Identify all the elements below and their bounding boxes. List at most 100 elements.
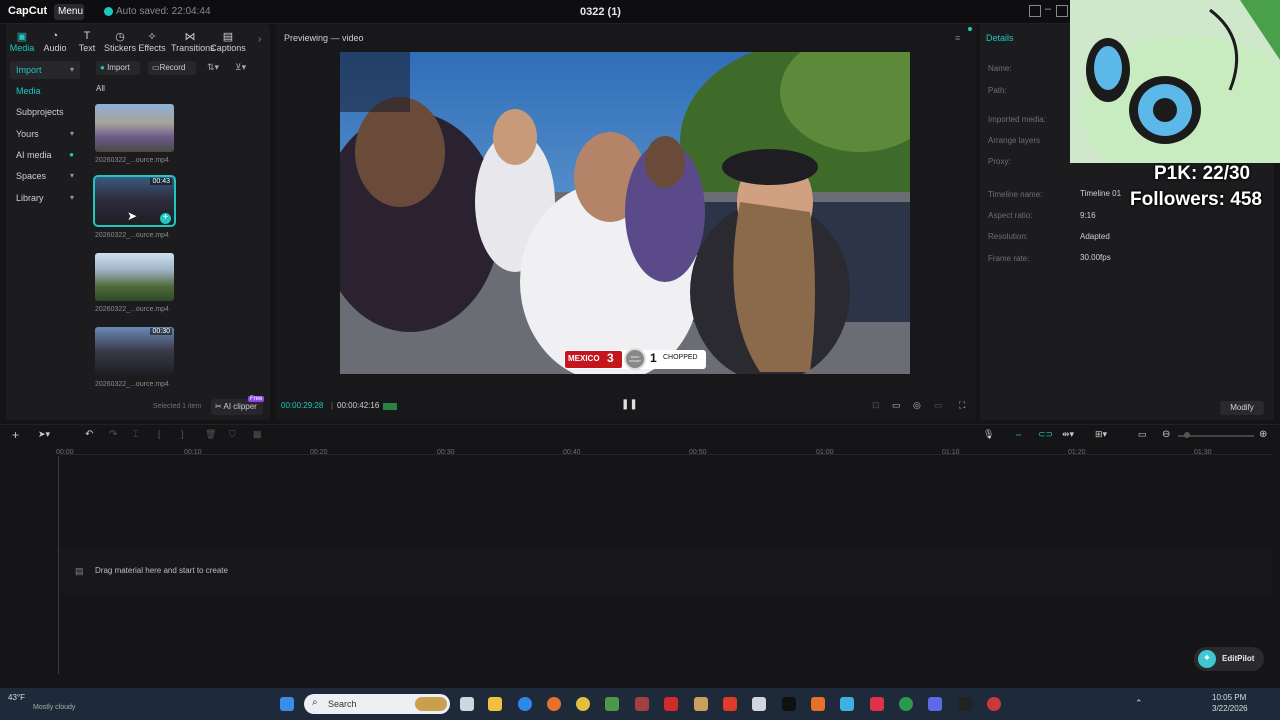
add-track-icon[interactable]: +	[12, 428, 19, 442]
split-icon[interactable]: ⌶	[133, 429, 138, 440]
menu-button[interactable]: Menu ▾	[54, 4, 84, 32]
sidebar-item-library[interactable]: Library ▾	[10, 189, 80, 207]
more-tabs-icon[interactable]: ›	[258, 34, 261, 45]
compose-icon[interactable]: ⊞▾	[1095, 429, 1107, 440]
import-icon: ●	[100, 63, 105, 72]
filter-all[interactable]: All	[96, 84, 105, 93]
sidebar-item-ai-media[interactable]: AI media ●	[10, 146, 80, 164]
maximize-icon[interactable]	[1056, 5, 1068, 17]
magnet-icon[interactable]: ⊂⊃	[1038, 429, 1053, 440]
media-thumbnail[interactable]	[95, 253, 174, 301]
app-icon[interactable]	[987, 697, 1001, 711]
video-player[interactable]	[340, 52, 910, 374]
media-thumbnail[interactable]	[95, 104, 174, 152]
detail-label: Resolution:	[988, 232, 1029, 241]
select-tool-icon[interactable]: ➤▾	[38, 429, 50, 440]
app-icon[interactable]	[605, 697, 619, 711]
shield-icon[interactable]: ⛉	[229, 429, 236, 440]
trim-right-icon[interactable]: ]	[181, 429, 184, 439]
task-view-icon[interactable]	[460, 697, 474, 711]
link-icon[interactable]: ⇔	[1014, 429, 1023, 439]
preview-axis-icon[interactable]: ⇹▾	[1062, 429, 1074, 440]
import-label: Import	[107, 63, 130, 72]
discord-icon[interactable]	[928, 697, 942, 711]
tab-transitions[interactable]: ⋈ Transitions	[171, 30, 215, 53]
detail-label: Name:	[988, 64, 1012, 73]
tab-audio[interactable]: ◔ Audio	[38, 30, 72, 53]
modify-button[interactable]: Modify	[1220, 401, 1264, 415]
main-track[interactable]	[60, 548, 1272, 594]
layout-icon[interactable]	[1029, 5, 1041, 17]
app-icon[interactable]	[811, 697, 825, 711]
app-icon[interactable]	[664, 697, 678, 711]
firefox-icon[interactable]	[547, 697, 561, 711]
app-icon[interactable]	[576, 697, 590, 711]
undo-icon[interactable]: ↶	[85, 429, 93, 440]
sort-icon[interactable]: ⇅▾	[207, 62, 219, 73]
app-icon[interactable]	[840, 697, 854, 711]
project-title: 0322 (1)	[580, 6, 621, 18]
tab-stickers[interactable]: ◷ Stickers	[103, 30, 137, 53]
tray-chevron-icon[interactable]: ⌃	[1135, 698, 1143, 709]
transitions-icon: ⋈	[184, 31, 196, 43]
sidebar-item-spaces[interactable]: Spaces ▾	[10, 167, 80, 185]
detail-value: 9:16	[1080, 211, 1096, 220]
music-icon[interactable]	[870, 697, 884, 711]
snapshot-icon[interactable]: ◎	[913, 400, 921, 411]
pause-icon[interactable]: ❚❚	[621, 399, 638, 410]
microphone-icon[interactable]: 🎙	[983, 429, 994, 440]
ratio-icon[interactable]: ▭	[892, 400, 901, 411]
character-overlay	[1070, 0, 1280, 163]
tab-text[interactable]: T Text	[70, 30, 104, 53]
fullscreen-icon[interactable]: ⛶	[959, 400, 965, 411]
tab-captions[interactable]: ▤ Captions	[210, 30, 246, 53]
sidebar-item-label: Yours	[16, 129, 39, 139]
zoom-in-icon[interactable]: ⊕	[1259, 429, 1267, 440]
import-button[interactable]: ● Import	[96, 61, 140, 75]
filter-icon[interactable]: ⊻▾	[235, 62, 246, 73]
record-button[interactable]: ▭Record	[148, 61, 196, 75]
ruler-tick: 01:20	[1068, 449, 1086, 456]
app-icon[interactable]	[958, 697, 972, 711]
start-icon[interactable]	[280, 697, 294, 711]
app-icon[interactable]	[723, 697, 737, 711]
editpilot-label: EditPilot	[1222, 654, 1255, 663]
preview-menu-icon[interactable]: ≡	[955, 33, 960, 43]
crop-icon[interactable]: ⊡	[872, 400, 880, 411]
delete-icon[interactable]: 🗑	[205, 429, 216, 440]
caption-track-icon[interactable]: ▭	[1138, 429, 1147, 440]
editpilot-icon: ✦	[1198, 650, 1216, 668]
zoom-out-icon[interactable]: ⊖	[1162, 429, 1170, 440]
tab-effects[interactable]: ✧ Effects	[135, 30, 169, 53]
tab-media[interactable]: ▣ Media	[5, 30, 39, 53]
trim-left-icon[interactable]: [	[158, 429, 161, 439]
redo-icon[interactable]: ↷	[109, 429, 117, 440]
edge-icon[interactable]	[518, 697, 532, 711]
app-icon[interactable]	[752, 697, 766, 711]
capcut-icon[interactable]	[782, 697, 796, 711]
media-thumbnail[interactable]: 00:30	[95, 327, 174, 375]
clock-date: 3/22/2026	[1212, 704, 1248, 713]
minimize-icon[interactable]: –	[1045, 3, 1051, 15]
sidebar-item-import[interactable]: Import ▾	[10, 61, 80, 79]
app-icon[interactable]	[635, 697, 649, 711]
tab-label: Media	[9, 43, 35, 53]
file-explorer-icon[interactable]	[488, 697, 502, 711]
timeline-ruler	[60, 454, 1272, 455]
sidebar-item-subprojects[interactable]: Subprojects	[10, 103, 80, 121]
zoom-fit-icon[interactable]: ▭	[934, 400, 943, 411]
zoom-slider-handle[interactable]	[1184, 432, 1190, 438]
app-icon[interactable]	[694, 697, 708, 711]
frame-icon[interactable]: ▩	[253, 429, 262, 440]
status-dot-icon	[968, 27, 972, 31]
chevron-down-icon: ▾	[69, 171, 74, 180]
ruler-tick: 01:30	[1194, 449, 1212, 456]
sidebar-item-media[interactable]: Media	[10, 82, 80, 100]
weather-temp: 43°F	[8, 693, 25, 702]
media-filename: 20260322_...ource.mp4	[95, 381, 169, 388]
sidebar-item-yours[interactable]: Yours ▾	[10, 125, 80, 143]
chrome-icon[interactable]	[899, 697, 913, 711]
playhead[interactable]	[58, 456, 59, 674]
add-to-timeline-icon[interactable]: +	[160, 213, 171, 224]
captions-icon: ▤	[222, 31, 234, 43]
